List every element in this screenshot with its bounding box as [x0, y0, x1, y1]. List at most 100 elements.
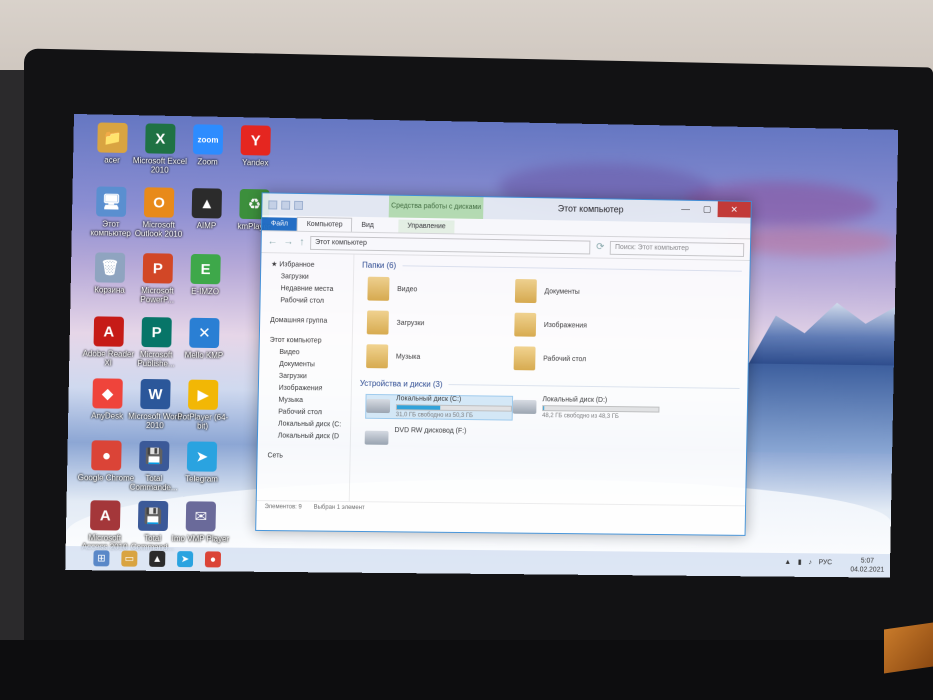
- tab-view[interactable]: Вид: [352, 219, 383, 232]
- drive-name: Локальный диск (D:): [542, 396, 608, 405]
- folder-item[interactable]: Загрузки: [366, 309, 515, 337]
- app-icon: ●: [91, 440, 122, 471]
- nav-this-pc[interactable]: Этот компьютер: [260, 335, 352, 348]
- lake-wallpaper: [747, 363, 894, 454]
- desktop-icon[interactable]: ✉ Imo VMP Player: [171, 501, 229, 544]
- folder-item[interactable]: Видео: [367, 276, 515, 304]
- folder-icon: [514, 278, 537, 304]
- system-tray: ▲ ▮ ♪ РУС: [784, 558, 832, 566]
- app-icon: 💾: [139, 440, 170, 472]
- app-icon: Y: [240, 125, 271, 156]
- folder-icon: [367, 276, 390, 301]
- app-icon: 🖥: [96, 186, 127, 217]
- desktop-icon-label: E-IMZO: [191, 286, 220, 297]
- app-icon: W: [140, 378, 171, 410]
- tab-computer[interactable]: Компьютер: [296, 216, 353, 232]
- app-icon: A: [93, 316, 125, 347]
- nav-item[interactable]: Локальный диск (C:: [258, 418, 350, 431]
- drive-item[interactable]: Локальный диск (C:) 31,0 ГБ свободно из 5…: [365, 393, 514, 421]
- drive-item[interactable]: Локальный диск (D:) 48,2 ГБ свободно из 4…: [512, 396, 660, 423]
- desktop-icon[interactable]: ➤ Telegram: [173, 441, 231, 484]
- desktop-icon[interactable]: ✕ Mello KMP: [175, 317, 233, 361]
- network-icon[interactable]: ▮: [798, 558, 802, 566]
- desktop-screen: 📁 acer X Microsoft Excel 2010 zoom Zoom Y Yande…: [65, 114, 899, 578]
- drive-item[interactable]: DVD RW дисковод (F:): [364, 427, 513, 447]
- app-icon: ◆: [92, 378, 123, 409]
- explorer-taskbar-icon[interactable]: ▭: [121, 550, 138, 567]
- app-icon: zoom: [192, 124, 224, 155]
- folder-item[interactable]: Рабочий стол: [513, 345, 661, 373]
- start-icon[interactable]: ⊞: [93, 550, 110, 567]
- laptop-base: [0, 640, 933, 700]
- folder-item[interactable]: Документы: [514, 278, 662, 306]
- app-icon: P: [141, 317, 172, 348]
- nav-item[interactable]: Локальный диск (D: [258, 430, 350, 443]
- app-icon: X: [145, 123, 176, 154]
- clock-date: 04.02.2021: [850, 566, 885, 574]
- devices-header[interactable]: Устройства и диски (3): [360, 379, 740, 393]
- back-icon[interactable]: ←: [268, 236, 278, 247]
- up-icon[interactable]: ↑: [299, 237, 304, 248]
- dvd-drive-icon: [364, 430, 389, 445]
- drive-free-space: 48,2 ГБ свободно из 48,3 ГБ: [542, 413, 619, 420]
- app-icon: 💾: [137, 500, 169, 532]
- app-icon: ✉: [185, 501, 217, 532]
- telegram-taskbar-icon[interactable]: ➤: [177, 551, 194, 568]
- clock[interactable]: 5:07 04.02.2021: [850, 557, 884, 575]
- app-icon: P: [142, 253, 174, 284]
- app-icon: A: [89, 500, 121, 531]
- quick-access-toolbar[interactable]: [262, 199, 304, 210]
- desktop-icon[interactable]: E E-IMZO: [176, 253, 234, 297]
- clock-time: 5:07: [860, 557, 875, 565]
- explorer-window[interactable]: Средства работы с дисками Этот компьютер…: [255, 192, 752, 536]
- navigation-pane: ★ Избранное Загрузки Недавние места Рабо…: [256, 253, 355, 502]
- forward-icon[interactable]: →: [283, 237, 293, 248]
- app-icon: 📁: [97, 122, 128, 153]
- drive-free-space: 31,0 ГБ свободно из 50,3 ГБ: [395, 412, 473, 420]
- aimp-taskbar-icon[interactable]: ▲: [149, 550, 166, 567]
- new-folder-icon[interactable]: [294, 200, 304, 210]
- tray-arrow-icon[interactable]: ▲: [784, 558, 791, 565]
- hard-drive-icon: [366, 398, 391, 414]
- folder-item[interactable]: Музыка: [366, 343, 514, 371]
- close-button[interactable]: ✕: [717, 201, 751, 218]
- app-icon: E: [190, 253, 221, 285]
- desktop-icon[interactable]: ▶ PotPlayer (64-bit): [174, 379, 233, 431]
- properties-icon[interactable]: [281, 200, 291, 210]
- chrome-taskbar-icon[interactable]: ●: [204, 551, 222, 568]
- volume-icon[interactable]: ♪: [808, 559, 812, 566]
- nav-favorites[interactable]: ★ Избранное: [261, 259, 353, 272]
- desktop-icon-label: Mello KMP: [184, 350, 224, 361]
- app-icon: ✕: [189, 317, 220, 349]
- desktop-icon[interactable]: Y Yandex: [226, 125, 284, 168]
- desktop-icon-label: Yandex: [242, 158, 269, 168]
- minimize-button[interactable]: —: [675, 201, 697, 217]
- folder-icon: [514, 312, 537, 337]
- folder-label: Документы: [544, 287, 580, 296]
- language-indicator[interactable]: РУС: [819, 559, 833, 566]
- address-bar[interactable]: Этот компьютер: [310, 235, 591, 254]
- app-icon: [268, 199, 278, 210]
- desktop-icon-label: Telegram: [185, 474, 218, 484]
- search-input[interactable]: Поиск: Этот компьютер: [610, 240, 745, 257]
- folders-header[interactable]: Папки (6): [362, 261, 742, 276]
- nav-homegroup[interactable]: Домашняя группа: [260, 315, 352, 328]
- maximize-button[interactable]: ▢: [696, 201, 718, 217]
- tab-file[interactable]: Файл: [261, 217, 298, 231]
- app-icon: ▲: [191, 188, 223, 219]
- folder-label: Видео: [397, 285, 418, 293]
- content-pane: Папки (6) Видео Документы Загрузки Изображе…: [350, 255, 750, 506]
- status-selected: Выбран 1 элемент: [313, 504, 365, 512]
- nav-network[interactable]: Сеть: [257, 450, 349, 463]
- app-icon: ➤: [186, 441, 218, 472]
- folder-label: Загрузки: [396, 319, 425, 327]
- folder-label: Рабочий стол: [543, 355, 587, 363]
- hard-drive-icon: [512, 399, 537, 414]
- drive-usage-bar: [395, 404, 512, 412]
- desktop-icon-label: PotPlayer (64-bit): [177, 412, 229, 431]
- folder-item[interactable]: Изображения: [514, 312, 661, 340]
- app-icon: 🗑: [94, 252, 126, 283]
- refresh-icon[interactable]: ⟳: [596, 242, 604, 253]
- orange-object: [884, 622, 933, 674]
- tab-manage[interactable]: Управление: [398, 219, 455, 234]
